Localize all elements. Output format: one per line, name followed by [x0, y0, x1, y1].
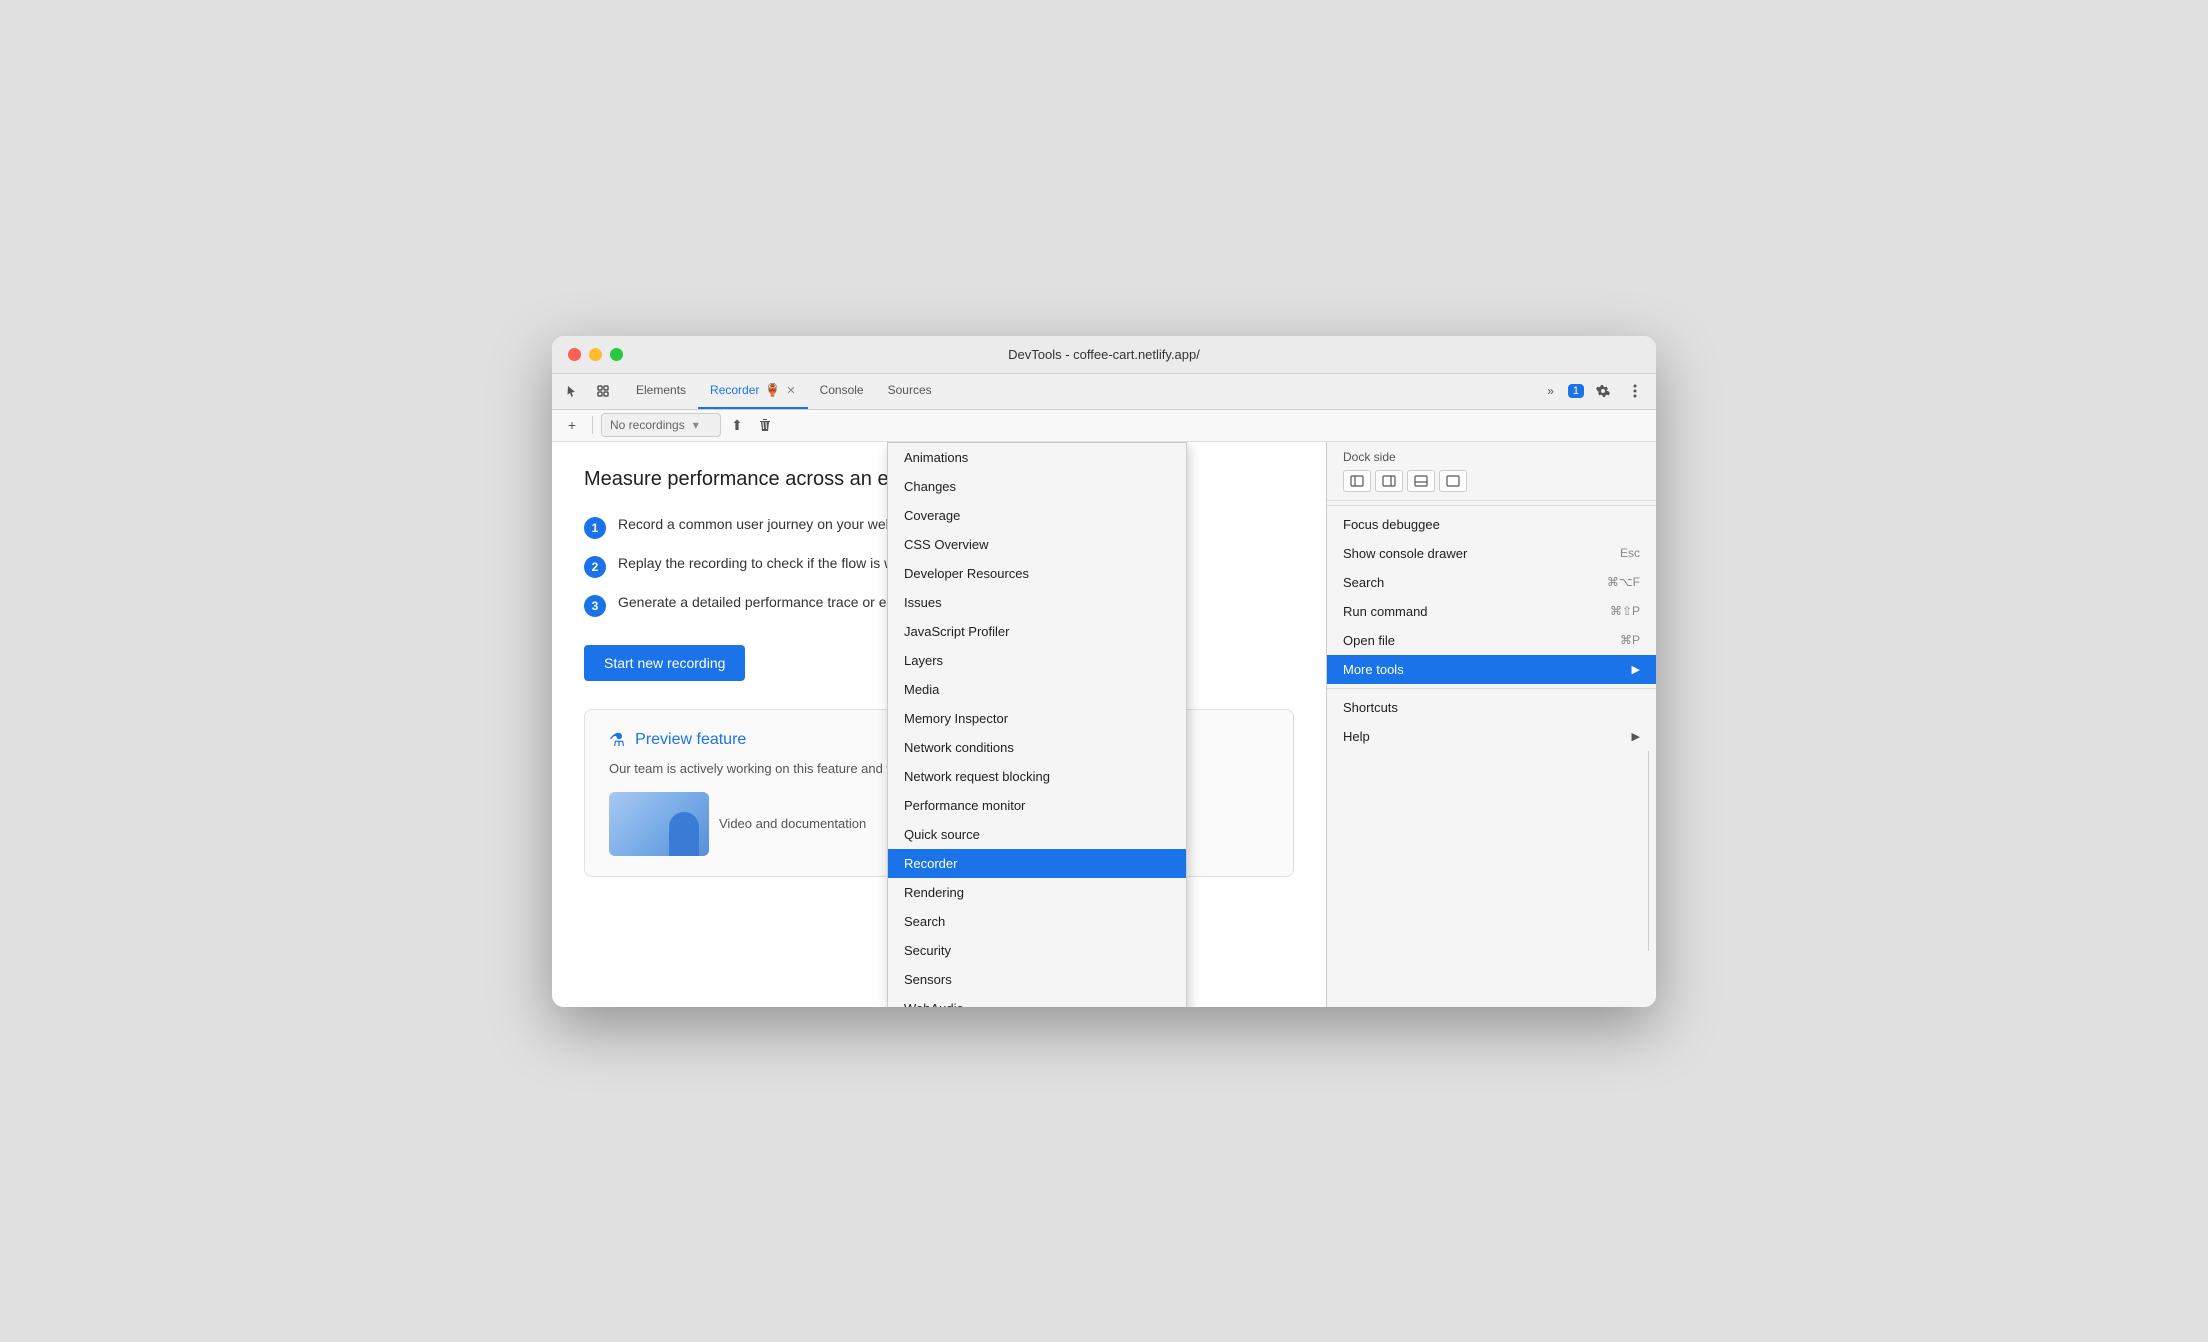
menu-focus-debuggee[interactable]: Focus debuggee — [1327, 510, 1656, 539]
menu-open-file[interactable]: Open file ⌘P — [1327, 626, 1656, 655]
thumbnail-person — [669, 812, 699, 856]
tab-bar-icons — [560, 378, 616, 404]
start-recording-button[interactable]: Start new recording — [584, 645, 745, 681]
menu-help[interactable]: Help ▶ — [1327, 722, 1656, 751]
more-tabs-button[interactable]: » — [1539, 378, 1562, 404]
settings-button[interactable] — [1590, 378, 1616, 404]
step-number-1: 1 — [584, 517, 606, 539]
maximize-button[interactable] — [610, 348, 623, 361]
step-number-3: 3 — [584, 595, 606, 617]
menu-more-tools[interactable]: More tools ▶ — [1327, 655, 1656, 684]
menu-item-recorder[interactable]: Recorder — [888, 849, 1186, 878]
right-panel: Dock side — [1326, 442, 1656, 1007]
main-menu: Dock side — [1327, 442, 1656, 1007]
window-title: DevTools - coffee-cart.netlify.app/ — [1008, 347, 1200, 362]
close-button[interactable] — [568, 348, 581, 361]
tab-more-area: » 1 — [1539, 378, 1648, 404]
menu-item-rendering[interactable]: Rendering — [888, 878, 1186, 907]
dock-bottom-button[interactable] — [1407, 470, 1435, 492]
menu-item-changes[interactable]: Changes — [888, 472, 1186, 501]
undock-button[interactable] — [1439, 470, 1467, 492]
dock-right-button[interactable] — [1375, 470, 1403, 492]
menu-show-console-drawer[interactable]: Show console drawer Esc — [1327, 539, 1656, 568]
tab-close-icon[interactable]: ✕ — [786, 384, 795, 397]
minimize-button[interactable] — [589, 348, 602, 361]
menu-item-search[interactable]: Search — [888, 907, 1186, 936]
menu-item-network-request-blocking[interactable]: Network request blocking — [888, 762, 1186, 791]
more-tools-dropdown: Animations Changes Coverage CSS Overview… — [887, 442, 1187, 1007]
title-bar: DevTools - coffee-cart.netlify.app/ — [552, 336, 1656, 374]
main-content: Measure performance across an entire use… — [552, 442, 1656, 1007]
devtools-container: Elements Recorder 🏺 ✕ Console Sources » … — [552, 374, 1656, 1007]
menu-item-developer-resources[interactable]: Developer Resources — [888, 559, 1186, 588]
delete-button[interactable] — [753, 413, 777, 437]
inspect-icon[interactable] — [590, 378, 616, 404]
dropdown-arrow-icon: ▾ — [693, 418, 699, 432]
menu-item-performance-monitor[interactable]: Performance monitor — [888, 791, 1186, 820]
menu-item-memory-inspector[interactable]: Memory Inspector — [888, 704, 1186, 733]
menu-item-layers[interactable]: Layers — [888, 646, 1186, 675]
menu-item-webaudio[interactable]: WebAudio — [888, 994, 1186, 1007]
doc-link[interactable]: Video and documentation — [719, 816, 866, 831]
recorder-dot-icon: 🏺 — [765, 383, 780, 397]
menu-item-network-conditions[interactable]: Network conditions — [888, 733, 1186, 762]
dock-side-label: Dock side — [1343, 450, 1640, 464]
more-tools-arrow-icon: ▶ — [1632, 663, 1640, 676]
menu-item-animations[interactable]: Animations — [888, 443, 1186, 472]
menu-divider — [1327, 505, 1656, 506]
toolbar-separator — [592, 416, 593, 434]
dock-side-section: Dock side — [1327, 442, 1656, 501]
menu-item-css-overview[interactable]: CSS Overview — [888, 530, 1186, 559]
tab-recorder[interactable]: Recorder 🏺 ✕ — [698, 374, 808, 410]
scrollbar-track — [1648, 751, 1656, 951]
menu-item-coverage[interactable]: Coverage — [888, 501, 1186, 530]
recordings-dropdown[interactable]: No recordings ▾ — [601, 413, 721, 437]
step-number-2: 2 — [584, 556, 606, 578]
menu-item-security[interactable]: Security — [888, 936, 1186, 965]
menu-item-media[interactable]: Media — [888, 675, 1186, 704]
preview-thumbnail — [609, 792, 709, 856]
notification-badge: 1 — [1568, 384, 1584, 398]
traffic-lights — [568, 348, 623, 361]
export-button[interactable]: ⬆ — [725, 413, 749, 437]
recorder-toolbar: + No recordings ▾ ⬆ — [552, 410, 1656, 442]
preview-title: Preview feature — [635, 731, 746, 749]
dock-side-buttons — [1343, 470, 1640, 492]
tab-console[interactable]: Console — [808, 374, 876, 410]
tab-bar: Elements Recorder 🏺 ✕ Console Sources » … — [552, 374, 1656, 410]
menu-divider-2 — [1327, 688, 1656, 689]
add-recording-button[interactable]: + — [560, 413, 584, 437]
help-arrow-icon: ▶ — [1632, 730, 1640, 743]
cursor-icon[interactable] — [560, 378, 586, 404]
menu-shortcuts[interactable]: Shortcuts — [1327, 693, 1656, 722]
tab-elements[interactable]: Elements — [624, 374, 698, 410]
devtools-window: DevTools - coffee-cart.netlify.app/ — [552, 336, 1656, 1007]
flask-icon: ⚗ — [609, 730, 625, 751]
menu-item-js-profiler[interactable]: JavaScript Profiler — [888, 617, 1186, 646]
dock-left-button[interactable] — [1343, 470, 1371, 492]
menu-item-issues[interactable]: Issues — [888, 588, 1186, 617]
tab-sources[interactable]: Sources — [876, 374, 944, 410]
menu-item-sensors[interactable]: Sensors — [888, 965, 1186, 994]
kebab-menu-button[interactable] — [1622, 378, 1648, 404]
menu-item-quick-source[interactable]: Quick source — [888, 820, 1186, 849]
menu-run-command[interactable]: Run command ⌘⇧P — [1327, 597, 1656, 626]
menu-search[interactable]: Search ⌘⌥F — [1327, 568, 1656, 597]
